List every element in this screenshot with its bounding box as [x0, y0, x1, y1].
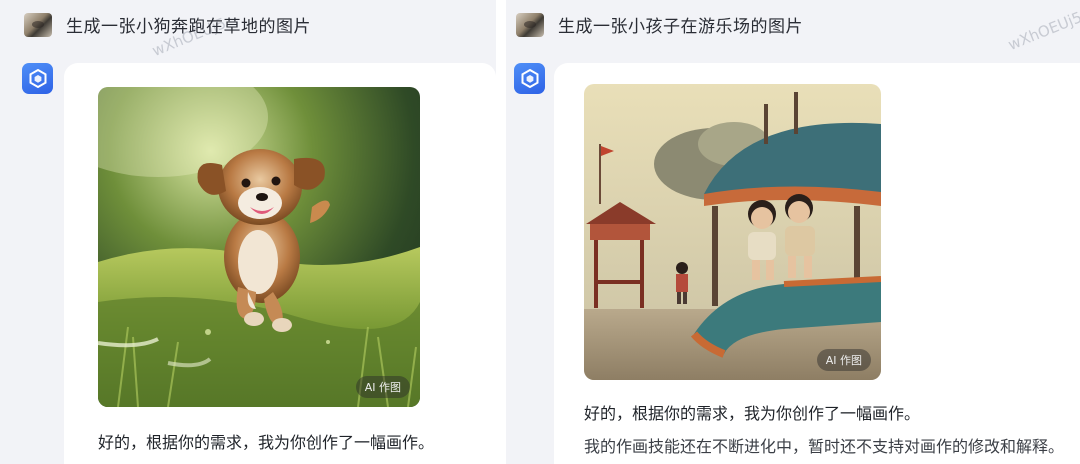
ai-image-badge: AI 作图 [816, 349, 871, 371]
panel-divider [496, 0, 506, 464]
user-avatar[interactable] [516, 12, 544, 37]
chat-panel-left: wXhOEUj5 wXhOEUj5 生成一张小狗奔跑在草地的图片 [0, 0, 496, 464]
user-message: 生成一张小狗奔跑在草地的图片 [24, 12, 311, 37]
assistant-response-card: AI 作图 好的，根据你的需求，我为你创作了一幅画作。 [64, 63, 496, 464]
user-prompt-text: 生成一张小孩子在游乐场的图片 [558, 17, 803, 37]
assistant-reply-note: 我的作画技能还在不断进化中，暂时还不支持对画作的修改和解释。 [584, 437, 1065, 456]
assistant-reply-text: 好的，根据你的需求，我为你创作了一幅画作。 [98, 433, 435, 452]
ai-image-badge: AI 作图 [355, 376, 410, 398]
user-message: 生成一张小孩子在游乐场的图片 [516, 12, 803, 37]
assistant-logo-icon [22, 63, 53, 94]
user-avatar[interactable] [24, 12, 52, 37]
assistant-response-card: AI 作图 好的，根据你的需求，我为你创作了一幅画作。 我的作画技能还在不断进化… [554, 63, 1080, 464]
playground-image-illustration [584, 84, 881, 380]
puppy-image-illustration [98, 87, 420, 407]
generated-image[interactable]: AI 作图 [98, 87, 420, 407]
watermark: wXhOEUj5 [1005, 8, 1080, 54]
user-prompt-text: 生成一张小狗奔跑在草地的图片 [66, 17, 311, 37]
generated-image[interactable]: AI 作图 [584, 84, 881, 380]
chat-panel-right: wXhOEUj5 wXhOEUj5 wXhOEUj5 wXhOEUj5 wXhO… [506, 0, 1080, 464]
assistant-reply-text: 好的，根据你的需求，我为你创作了一幅画作。 [584, 404, 921, 423]
assistant-logo-icon [514, 63, 545, 94]
